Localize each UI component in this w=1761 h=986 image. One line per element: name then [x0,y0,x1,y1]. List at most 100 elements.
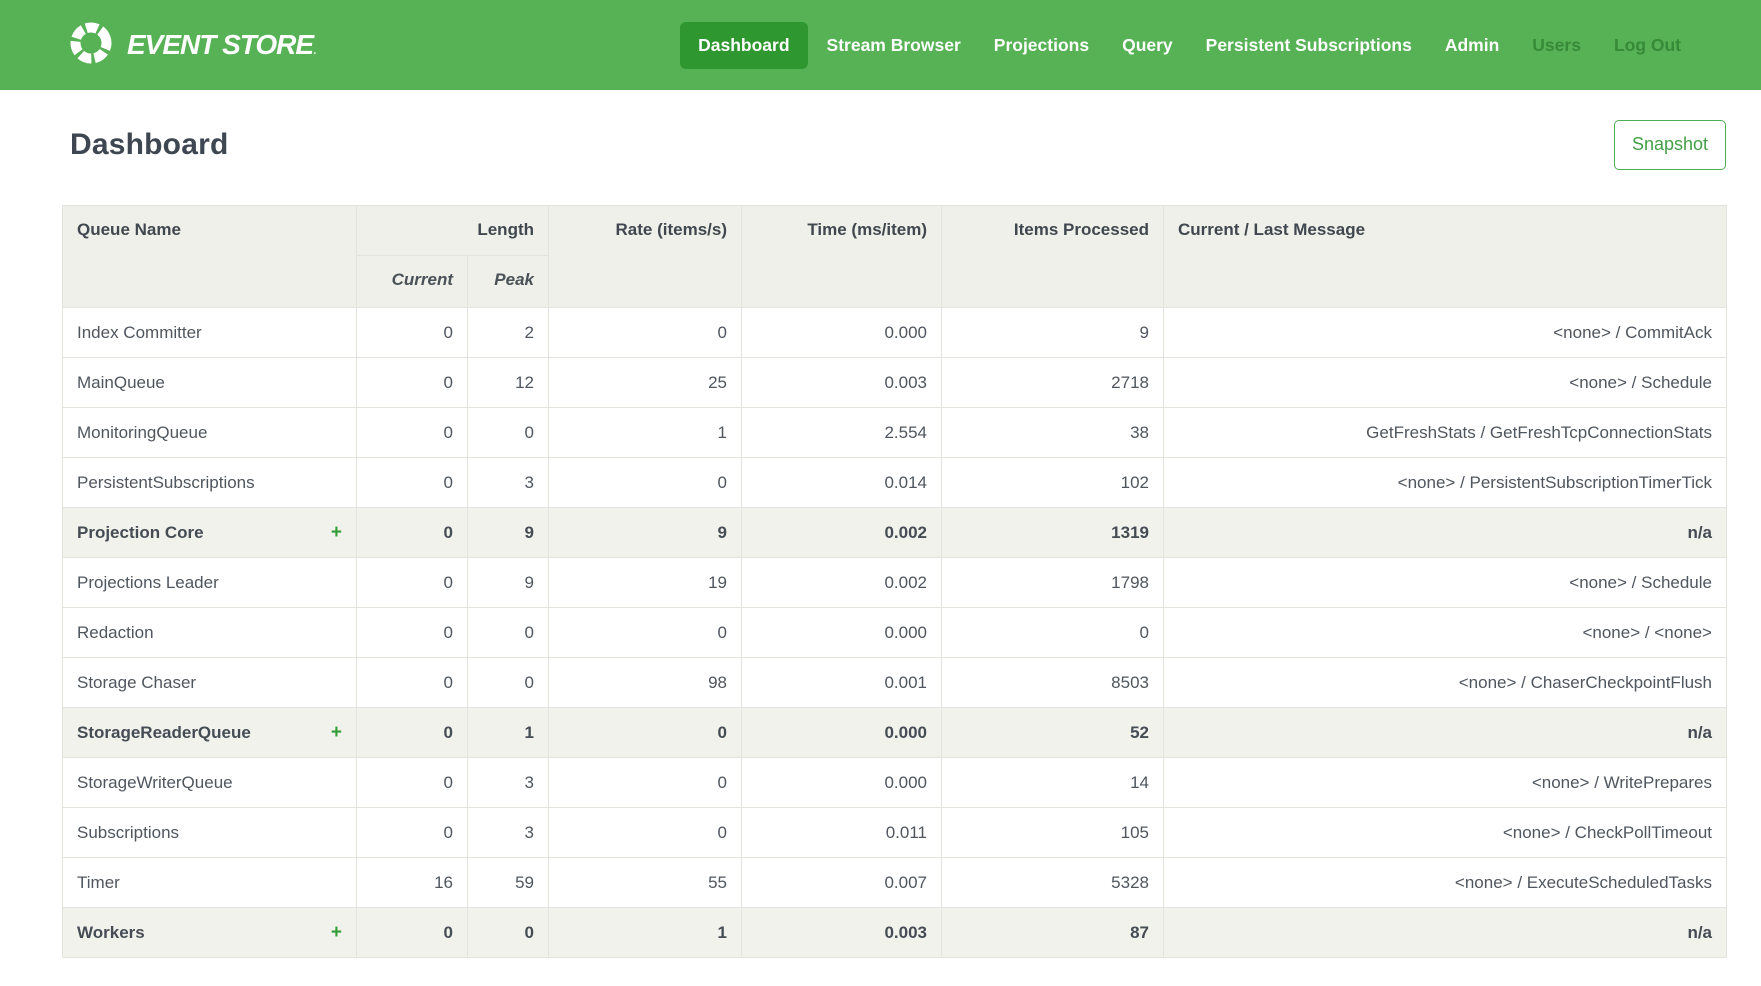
table-row: Timer + 16 59 55 0.007 5328 <none> / Exe… [63,858,1727,908]
time-cell: 2.554 [742,408,942,458]
col-header-length: Length [357,206,549,256]
table-row: Workers + 0 0 1 0.003 87 n/a [63,908,1727,958]
table-row: Projection Core + 0 9 9 0.002 1319 n/a [63,508,1727,558]
time-cell: 0.002 [742,508,942,558]
items-processed-cell: 9 [942,308,1164,358]
brand-name: EVENT STORE. [127,29,315,61]
queue-name: StorageWriterQueue [77,773,233,793]
col-header-time: Time (ms/item) [742,206,942,308]
nav-item-dashboard[interactable]: Dashboard [680,22,807,69]
nav-item-admin[interactable]: Admin [1431,22,1513,69]
message-cell: <none> / PersistentSubscriptionTimerTick [1164,458,1727,508]
time-cell: 0.000 [742,758,942,808]
col-header-peak: Peak [468,256,549,308]
queue-table: Queue Name Length Rate (items/s) Time (m… [62,205,1727,958]
queue-name-cell: PersistentSubscriptions + [63,458,357,508]
table-row: MainQueue + 0 12 25 0.003 2718 <none> / … [63,358,1727,408]
message-cell: GetFreshStats / GetFreshTcpConnectionSta… [1164,408,1727,458]
length-peak-cell: 1 [468,708,549,758]
table-row: Storage Chaser + 0 0 98 0.001 8503 <none… [63,658,1727,708]
length-peak-cell: 12 [468,358,549,408]
table-row: StorageReaderQueue + 0 1 0 0.000 52 n/a [63,708,1727,758]
nav-item-stream-browser[interactable]: Stream Browser [813,22,975,69]
nav-item-query[interactable]: Query [1108,22,1187,69]
length-peak-cell: 59 [468,858,549,908]
queue-name-cell: Workers + [63,908,357,958]
message-cell: <none> / ExecuteScheduledTasks [1164,858,1727,908]
rate-cell: 0 [549,708,742,758]
table-row: StorageWriterQueue + 0 3 0 0.000 14 <non… [63,758,1727,808]
expand-plus-icon[interactable]: + [331,923,342,942]
queue-name-cell: Redaction + [63,608,357,658]
event-store-logo-icon [68,20,114,71]
brand[interactable]: EVENT STORE. [68,20,315,71]
queue-name: MainQueue [77,373,165,393]
items-processed-cell: 87 [942,908,1164,958]
queue-name: MonitoringQueue [77,423,207,443]
length-peak-cell: 3 [468,458,549,508]
items-processed-cell: 8503 [942,658,1164,708]
rate-cell: 9 [549,508,742,558]
table-row: Projections Leader + 0 9 19 0.002 1798 <… [63,558,1727,608]
message-cell: <none> / <none> [1164,608,1727,658]
items-processed-cell: 52 [942,708,1164,758]
expand-plus-icon[interactable]: + [331,723,342,742]
rate-cell: 25 [549,358,742,408]
queue-name-cell: Subscriptions + [63,808,357,858]
time-cell: 0.001 [742,658,942,708]
length-peak-cell: 9 [468,508,549,558]
time-cell: 0.014 [742,458,942,508]
table-row: Redaction + 0 0 0 0.000 0 <none> / <none… [63,608,1727,658]
items-processed-cell: 1798 [942,558,1164,608]
length-current-cell: 0 [357,758,468,808]
queue-name-cell: StorageWriterQueue + [63,758,357,808]
queue-name-cell: StorageReaderQueue + [63,708,357,758]
time-cell: 0.002 [742,558,942,608]
nav-item-users[interactable]: Users [1518,22,1595,69]
length-peak-cell: 0 [468,608,549,658]
queue-name: Workers [77,923,145,943]
length-current-cell: 0 [357,808,468,858]
items-processed-cell: 1319 [942,508,1164,558]
rate-cell: 19 [549,558,742,608]
length-peak-cell: 0 [468,658,549,708]
rate-cell: 0 [549,608,742,658]
main-nav: DashboardStream BrowserProjectionsQueryP… [680,22,1695,69]
rate-cell: 1 [549,408,742,458]
length-current-cell: 0 [357,558,468,608]
message-cell: <none> / WritePrepares [1164,758,1727,808]
time-cell: 0.007 [742,858,942,908]
message-cell: <none> / Schedule [1164,358,1727,408]
length-peak-cell: 2 [468,308,549,358]
length-peak-cell: 3 [468,808,549,858]
queue-name: Timer [77,873,120,893]
expand-plus-icon[interactable]: + [331,523,342,542]
message-cell: <none> / ChaserCheckpointFlush [1164,658,1727,708]
snapshot-button[interactable]: Snapshot [1614,120,1726,170]
queue-name-cell: Timer + [63,858,357,908]
length-current-cell: 0 [357,908,468,958]
message-cell: n/a [1164,508,1727,558]
nav-item-projections[interactable]: Projections [980,22,1103,69]
nav-item-persistent-subscriptions[interactable]: Persistent Subscriptions [1192,22,1426,69]
rate-cell: 1 [549,908,742,958]
page-content: Dashboard Snapshot Queue Name Length Rat… [0,118,1761,958]
queue-name-cell: Storage Chaser + [63,658,357,708]
queue-name-cell: Index Committer + [63,308,357,358]
nav-item-log-out[interactable]: Log Out [1600,22,1695,69]
length-peak-cell: 9 [468,558,549,608]
title-row: Dashboard Snapshot [62,118,1726,172]
length-current-cell: 0 [357,508,468,558]
time-cell: 0.011 [742,808,942,858]
queue-name: StorageReaderQueue [77,723,251,743]
page-title: Dashboard [62,128,229,162]
time-cell: 0.000 [742,308,942,358]
length-peak-cell: 0 [468,408,549,458]
queue-name: Projections Leader [77,573,219,593]
length-current-cell: 0 [357,358,468,408]
queue-name-cell: MonitoringQueue + [63,408,357,458]
queue-name: Redaction [77,623,154,643]
queue-name-cell: Projection Core + [63,508,357,558]
items-processed-cell: 2718 [942,358,1164,408]
length-current-cell: 0 [357,608,468,658]
